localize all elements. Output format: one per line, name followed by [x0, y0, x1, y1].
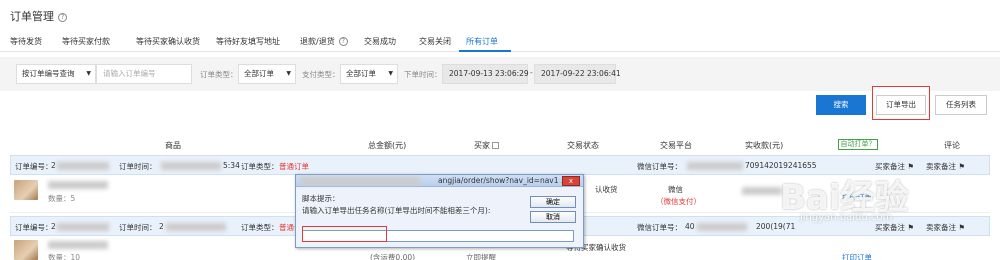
- order-no-label: 订单编号：: [15, 223, 53, 232]
- order-time: 2: [159, 222, 164, 231]
- seller-note[interactable]: 卖家备注 ⚑: [926, 222, 965, 233]
- date-from-input[interactable]: 2017-09-13 23:06:29: [442, 64, 529, 84]
- order-no: 2: [51, 222, 56, 231]
- close-button[interactable]: x: [562, 176, 580, 186]
- order-status: 认收货: [595, 185, 618, 194]
- dropdown-arrow-icon: ▼: [388, 70, 393, 77]
- flag-icon: ⚑: [907, 223, 915, 232]
- page-title: 订单管理?: [10, 8, 67, 24]
- quantity: 数量：10: [48, 253, 81, 260]
- order-time: 5:34: [223, 161, 240, 170]
- col-product: 商品: [165, 141, 181, 150]
- redacted-order-no: [57, 223, 109, 231]
- tab-pending-address[interactable]: 等待好友填写地址: [216, 36, 280, 47]
- redacted-order-time: [166, 223, 226, 231]
- order-type-label: 订单类型：: [241, 223, 279, 232]
- order-type: 普通订单: [279, 162, 309, 171]
- platform: 微信: [668, 185, 683, 194]
- pay-type-select[interactable]: 全部订单 ▼: [340, 64, 398, 84]
- auto-print-toggle[interactable]: 自动打单？: [838, 139, 878, 150]
- watermark-url: jingyan.baidu.com: [800, 212, 893, 223]
- order-no-label: 订单编号：: [15, 162, 53, 171]
- export-orders-button[interactable]: 订单导出: [876, 95, 926, 115]
- tab-pending-payment[interactable]: 等待买家付款: [62, 36, 110, 47]
- order-time-label: 订单时间：: [119, 162, 157, 171]
- ok-button[interactable]: 确定: [530, 196, 576, 208]
- order-type-label: 订单类型：: [200, 70, 238, 79]
- freight: (含运费0.00): [370, 253, 416, 260]
- buyer-checkbox[interactable]: [492, 142, 499, 149]
- wechat-order-no: 200(19(71: [756, 222, 796, 231]
- filter-bar: 按订单编号查询 ▼ 请输入订单编号 订单类型： 全部订单 ▼ 支付类型： 全部订单 ▼…: [0, 57, 1000, 91]
- tab-refund[interactable]: 退款/退货?: [300, 36, 348, 47]
- order-time-label: 订单时间：: [119, 223, 157, 232]
- wechat-order-label: 微信订单号：: [637, 162, 682, 171]
- order-time-label: 下单时间：: [404, 70, 442, 79]
- col-total: 总金额(元): [368, 141, 407, 150]
- order-status-tabs: 等待发货 等待买家付款 等待买家确认收货 等待好友填写地址 退款/退货? 交易成…: [0, 30, 1000, 52]
- buyer-note[interactable]: 买家备注 ⚑: [875, 222, 914, 233]
- date-separator: -: [530, 68, 533, 77]
- redacted-amount: [742, 187, 782, 195]
- wechat-order-no-prefix: 40: [685, 222, 695, 231]
- tab-all-orders[interactable]: 所有订单: [466, 36, 498, 47]
- wechat-order-no: 709142019241655: [745, 161, 817, 170]
- order-no-input[interactable]: 请输入订单编号: [96, 64, 192, 84]
- product-thumbnail[interactable]: [14, 240, 38, 260]
- redacted-order-time: [161, 162, 221, 170]
- redacted-wechat-no: [697, 223, 747, 231]
- redacted-url: [300, 177, 420, 185]
- col-platform: 交易平台: [660, 141, 692, 150]
- print-order-link[interactable]: 打印订单: [842, 252, 872, 260]
- col-comment: 评论: [944, 141, 960, 150]
- help-icon: ?: [338, 37, 348, 46]
- flag-icon: ⚑: [958, 162, 966, 171]
- col-paid: 实收款(元): [745, 141, 784, 150]
- pay-method: （微信支付）: [656, 197, 701, 206]
- redacted-order-no: [57, 162, 109, 170]
- dialog-heading: 脚本提示：: [302, 194, 340, 203]
- tab-pending-shipment[interactable]: 等待发货: [10, 36, 42, 47]
- product-thumbnail[interactable]: [14, 180, 38, 200]
- date-to-input[interactable]: 2017-09-22 23:06:41: [534, 64, 621, 84]
- dropdown-arrow-icon: ▼: [286, 70, 291, 77]
- order-type-label: 订单类型：: [241, 162, 279, 171]
- order-no: 2: [51, 161, 56, 170]
- redacted-wechat-no: [687, 162, 743, 170]
- input-highlight: [302, 226, 387, 242]
- search-type-select[interactable]: 按订单编号查询 ▼: [16, 64, 96, 84]
- remind-link[interactable]: 立即提醒: [466, 252, 496, 260]
- wechat-order-label: 微信订单号：: [637, 223, 682, 232]
- tab-success[interactable]: 交易成功: [364, 36, 396, 47]
- seller-note[interactable]: 卖家备注 ⚑: [926, 161, 965, 172]
- dialog-prompt: 请输入订单导出任务名称(订单导出时间不能相差三个月):: [302, 206, 491, 215]
- cancel-button[interactable]: 取消: [530, 211, 576, 223]
- col-buyer: 买家: [474, 140, 499, 151]
- dialog-titlebar[interactable]: angjia/order/show?nav_id=nav1 ... x: [296, 175, 583, 187]
- tab-pending-receipt[interactable]: 等待买家确认收货: [136, 36, 200, 47]
- col-status: 交易状态: [567, 141, 599, 150]
- order-type-select[interactable]: 全部订单 ▼: [238, 64, 296, 84]
- task-list-button[interactable]: 任务列表: [935, 95, 987, 115]
- help-icon[interactable]: ?: [58, 13, 67, 22]
- dialog-title: angjia/order/show?nav_id=nav1 ...: [438, 176, 569, 185]
- search-button[interactable]: 搜索: [816, 95, 866, 115]
- dropdown-arrow-icon: ▼: [86, 70, 91, 77]
- flag-icon: ⚑: [958, 223, 966, 232]
- redacted-product-name: [48, 181, 108, 189]
- pay-type-label: 支付类型：: [302, 70, 340, 79]
- quantity: 数量：5: [48, 194, 76, 203]
- active-tab-indicator: [459, 50, 511, 52]
- tab-closed[interactable]: 交易关闭: [419, 36, 451, 47]
- redacted-product-name: [48, 241, 108, 249]
